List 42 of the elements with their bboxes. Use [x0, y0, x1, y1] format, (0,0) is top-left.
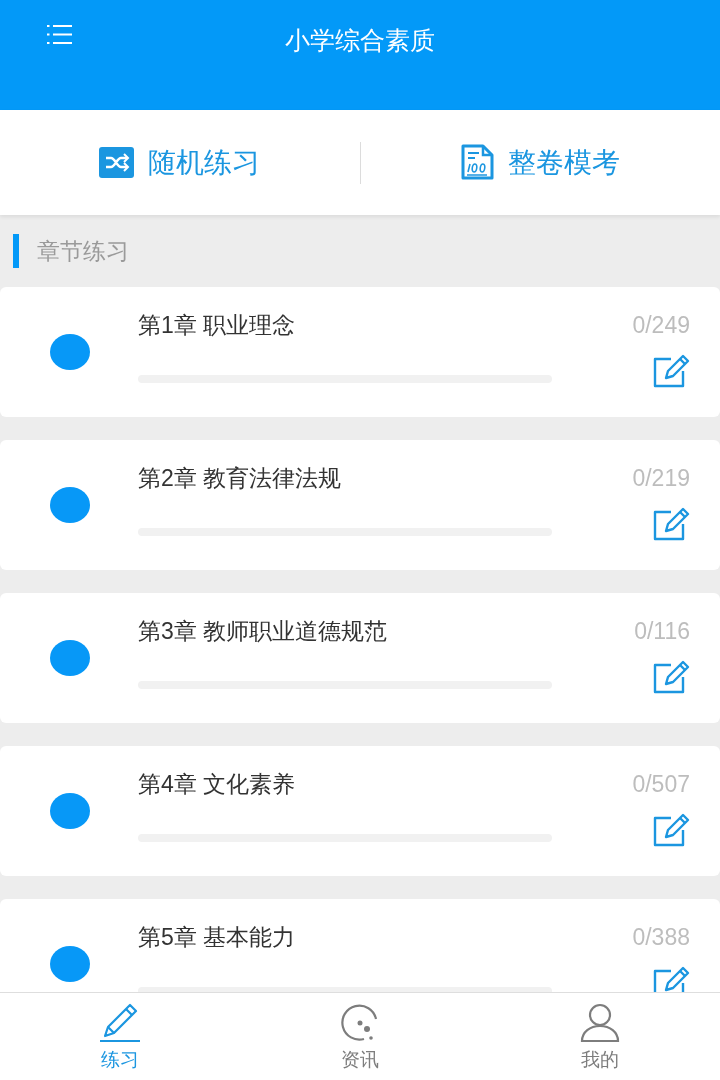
- chapter-card[interactable]: 第2章 教育法律法规 0/219: [0, 440, 720, 570]
- edit-button[interactable]: [653, 354, 690, 388]
- chapter-title: 第4章 文化素养: [138, 770, 296, 798]
- dot-icon: [50, 946, 90, 982]
- edit-icon: [653, 966, 690, 992]
- edit-button[interactable]: [653, 966, 690, 992]
- question-count: 0/507: [632, 770, 690, 798]
- edit-button[interactable]: [653, 660, 690, 694]
- chapter-card[interactable]: 第3章 教师职业道德规范 0/116: [0, 593, 720, 723]
- chapter-title: 第1章 职业理念: [138, 311, 296, 339]
- section-title: 章节练习: [37, 237, 129, 266]
- circle-dots-icon: [340, 1003, 380, 1043]
- chapter-title: 第5章 基本能力: [138, 923, 296, 951]
- dot-icon: [50, 487, 90, 523]
- tab-item[interactable]: 我的: [480, 993, 720, 1080]
- pencil-icon: [99, 1003, 141, 1043]
- edit-icon: [653, 813, 690, 847]
- question-count: 0/219: [632, 464, 690, 492]
- person-icon: [579, 1003, 621, 1043]
- chapter-card[interactable]: 第1章 职业理念 0/249: [0, 287, 720, 417]
- edit-icon: [653, 660, 690, 694]
- chapter-card[interactable]: 第4章 文化素养 0/507: [0, 746, 720, 876]
- edit-icon: [653, 507, 690, 541]
- shuffle-icon: [99, 147, 135, 178]
- chapter-title: 第3章 教师职业道德规范: [138, 617, 388, 645]
- menu-icon: [46, 24, 73, 45]
- tab-item[interactable]: 资讯: [240, 993, 480, 1080]
- section-marker: [13, 234, 19, 268]
- edit-icon: [653, 354, 690, 388]
- chapter-title: 第2章 教育法律法规: [138, 464, 342, 492]
- question-count: 0/116: [634, 617, 690, 645]
- dot-icon: [50, 793, 90, 829]
- edit-button[interactable]: [653, 813, 690, 847]
- question-count: 0/249: [632, 311, 690, 339]
- exam-paper-icon: [460, 144, 495, 181]
- question-count: 0/388: [632, 923, 690, 951]
- dot-icon: [50, 334, 90, 370]
- chapter-card[interactable]: 第5章 基本能力 0/388: [0, 899, 720, 992]
- menu-button[interactable]: [44, 22, 75, 47]
- edit-button[interactable]: [653, 507, 690, 541]
- app-title: 小学综合素质: [285, 25, 435, 56]
- dot-icon: [50, 640, 90, 676]
